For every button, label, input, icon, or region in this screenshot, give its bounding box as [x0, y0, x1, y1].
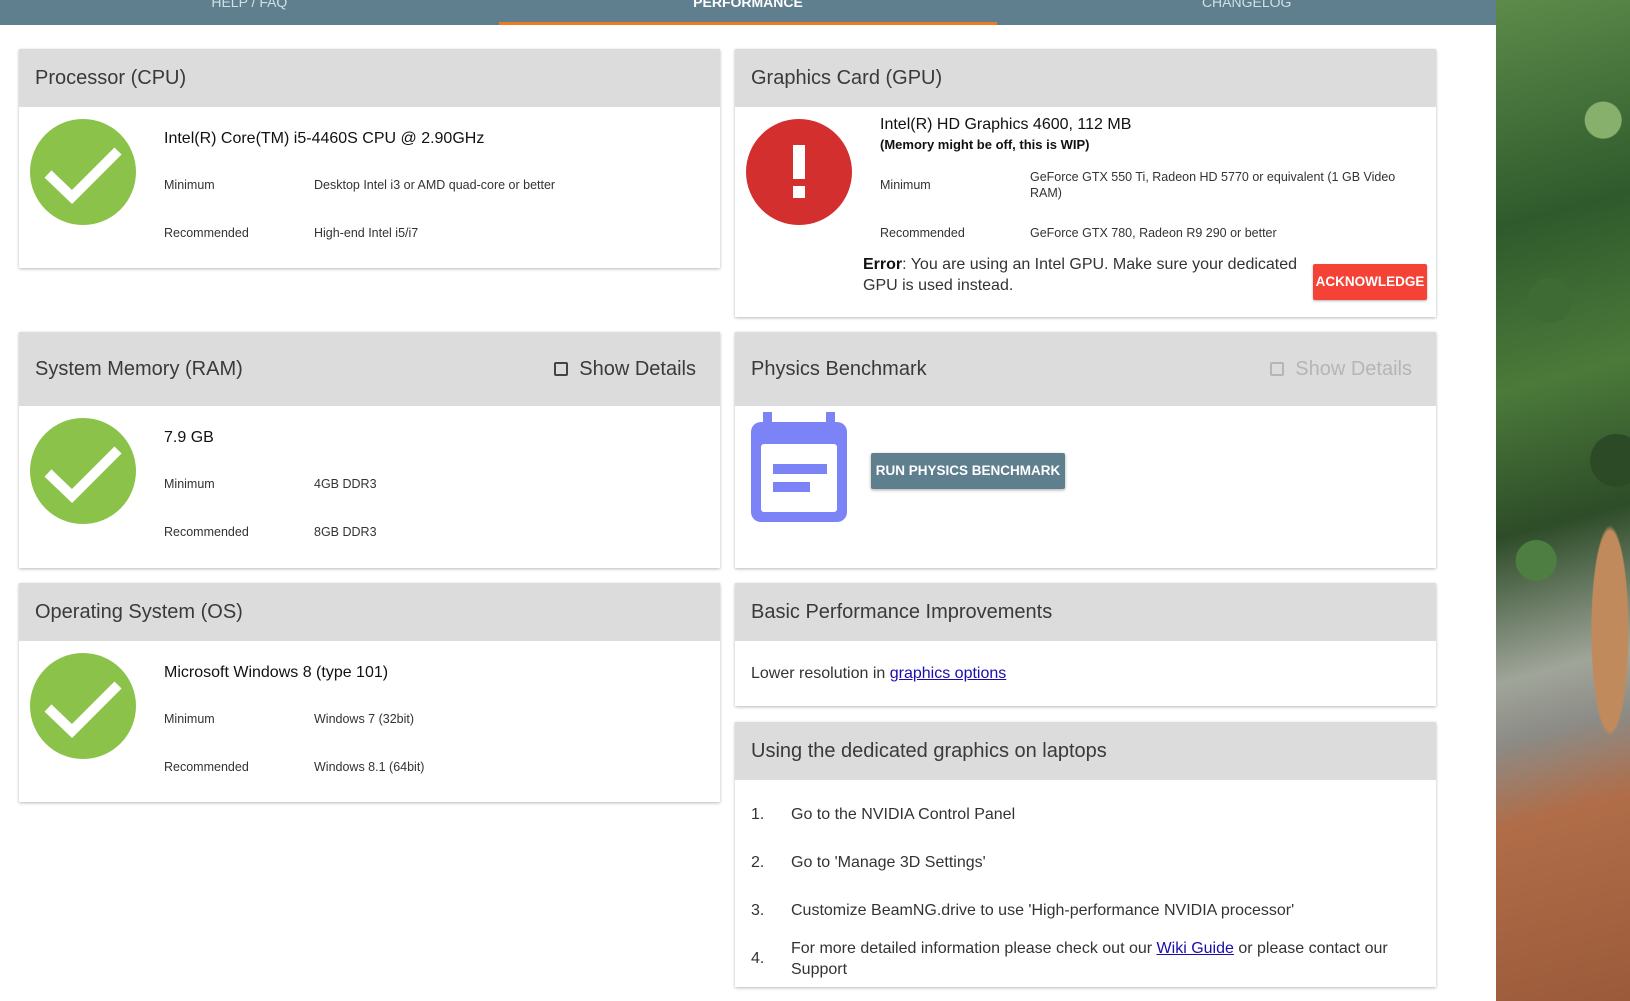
tab-performance[interactable]: PERFORMANCE — [498, 0, 998, 25]
list-item-number: 3. — [751, 902, 765, 919]
cpu-minimum-label: Minimum — [164, 178, 215, 192]
basic-performance-header: Basic Performance Improvements — [735, 583, 1436, 641]
list-item-number: 4. — [751, 950, 765, 967]
error-label: Error — [863, 256, 903, 273]
gpu-recommended-value: GeForce GTX 780, Radeon R9 290 or better — [1030, 226, 1277, 240]
gpu-minimum-value: GeForce GTX 550 Ti, Radeon HD 5770 or eq… — [1030, 170, 1396, 200]
cpu-card-title: Processor (CPU) — [35, 66, 187, 89]
gpu-card-title: Graphics Card (GPU) — [751, 66, 943, 89]
os-name: Microsoft Windows 8 (type 101) — [164, 664, 389, 681]
status-ok-icon — [30, 653, 136, 759]
ram-show-details-label: Show Details — [579, 357, 696, 380]
wiki-guide-link[interactable]: Wiki Guide — [1157, 940, 1234, 957]
ram-minimum-label: Minimum — [164, 477, 215, 491]
gpu-minimum-label: Minimum — [880, 178, 931, 192]
list-item: Customize BeamNG.drive to use 'High-perf… — [791, 902, 1295, 919]
list-item-text: For more detailed information please che… — [791, 940, 1157, 957]
ram-show-details-toggle[interactable]: Show Details — [554, 358, 696, 381]
ram-amount: 7.9 GB — [164, 429, 214, 446]
gpu-card-header: Graphics Card (GPU) — [735, 49, 1436, 107]
ram-recommended-label: Recommended — [164, 525, 249, 539]
os-minimum-label: Minimum — [164, 712, 215, 726]
ram-recommended-value: 8GB DDR3 — [314, 525, 377, 539]
graphics-options-link[interactable]: graphics options — [890, 665, 1007, 682]
physics-show-details-checkbox[interactable] — [1270, 362, 1285, 376]
top-tab-bar: HELP / FAQ PERFORMANCE CHANGELOG — [0, 0, 1496, 25]
basic-performance-text: Lower resolution in — [751, 665, 890, 682]
tab-changelog[interactable]: CHANGELOG — [997, 0, 1496, 25]
cpu-recommended-value: High-end Intel i5/i7 — [314, 226, 419, 240]
status-ok-icon — [30, 119, 136, 225]
status-ok-icon — [30, 418, 136, 524]
physics-card-title: Physics Benchmark — [751, 357, 927, 380]
ram-card: System Memory (RAM) Show Details 7.9 GB … — [19, 332, 720, 568]
list-item-number: 1. — [751, 806, 765, 823]
calendar-note-icon — [751, 412, 847, 524]
list-item: Go to the NVIDIA Control Panel — [791, 806, 1016, 823]
gpu-error-message: Error: You are using an Intel GPU. Make … — [863, 254, 1303, 296]
ram-show-details-checkbox[interactable] — [554, 362, 569, 376]
laptop-graphics-card: Using the dedicated graphics on laptops … — [735, 722, 1436, 987]
physics-show-details-toggle[interactable]: Show Details — [1270, 358, 1412, 381]
cpu-card-header: Processor (CPU) — [19, 49, 720, 107]
ram-card-title: System Memory (RAM) — [35, 357, 243, 380]
performance-page: Processor (CPU) Intel(R) Core(TM) i5-446… — [0, 25, 1496, 1001]
acknowledge-button[interactable]: Acknowledge — [1313, 264, 1427, 300]
os-recommended-value: Windows 8.1 (64bit) — [314, 760, 425, 774]
error-text: : You are using an Intel GPU. Make sure … — [863, 256, 1298, 294]
gpu-card: Graphics Card (GPU) Intel(R) HD Graphics… — [735, 49, 1436, 317]
basic-performance-card: Basic Performance Improvements Lower res… — [735, 583, 1436, 706]
os-minimum-value: Windows 7 (32bit) — [314, 712, 415, 726]
ram-minimum-value: 4GB DDR3 — [314, 477, 377, 491]
background-scenery-image — [1496, 0, 1630, 1001]
ram-card-header: System Memory (RAM) Show Details — [19, 332, 720, 406]
basic-performance-title: Basic Performance Improvements — [751, 600, 1053, 623]
os-card-title: Operating System (OS) — [35, 600, 243, 623]
os-card: Operating System (OS) Microsoft Windows … — [19, 583, 720, 802]
physics-benchmark-card: Physics Benchmark Show Details Run Physi… — [735, 332, 1436, 568]
os-recommended-label: Recommended — [164, 760, 249, 774]
cpu-recommended-label: Recommended — [164, 226, 249, 240]
basic-performance-tip: Lower resolution in graphics options — [751, 665, 1006, 683]
os-card-header: Operating System (OS) — [19, 583, 720, 641]
status-error-icon — [746, 119, 852, 225]
list-item: Go to 'Manage 3D Settings' — [791, 854, 986, 871]
cpu-name: Intel(R) Core(TM) i5-4460S CPU @ 2.90GHz — [164, 130, 485, 147]
physics-card-header: Physics Benchmark Show Details — [735, 332, 1436, 406]
gpu-memory-note: (Memory might be off, this is WIP) — [880, 137, 1090, 152]
laptop-graphics-title: Using the dedicated graphics on laptops — [751, 739, 1107, 762]
gpu-recommended-label: Recommended — [880, 226, 965, 240]
cpu-minimum-value: Desktop Intel i3 or AMD quad-core or bet… — [314, 178, 556, 192]
list-item-number: 2. — [751, 854, 765, 871]
gpu-name: Intel(R) HD Graphics 4600, 112 MB — [880, 116, 1132, 133]
run-physics-benchmark-button[interactable]: Run Physics Benchmark — [871, 453, 1065, 489]
cpu-card: Processor (CPU) Intel(R) Core(TM) i5-446… — [19, 49, 720, 268]
tab-help-faq[interactable]: HELP / FAQ — [0, 0, 499, 25]
list-item: For more detailed information please che… — [791, 938, 1411, 980]
laptop-graphics-header: Using the dedicated graphics on laptops — [735, 722, 1436, 780]
physics-show-details-label: Show Details — [1295, 357, 1412, 380]
